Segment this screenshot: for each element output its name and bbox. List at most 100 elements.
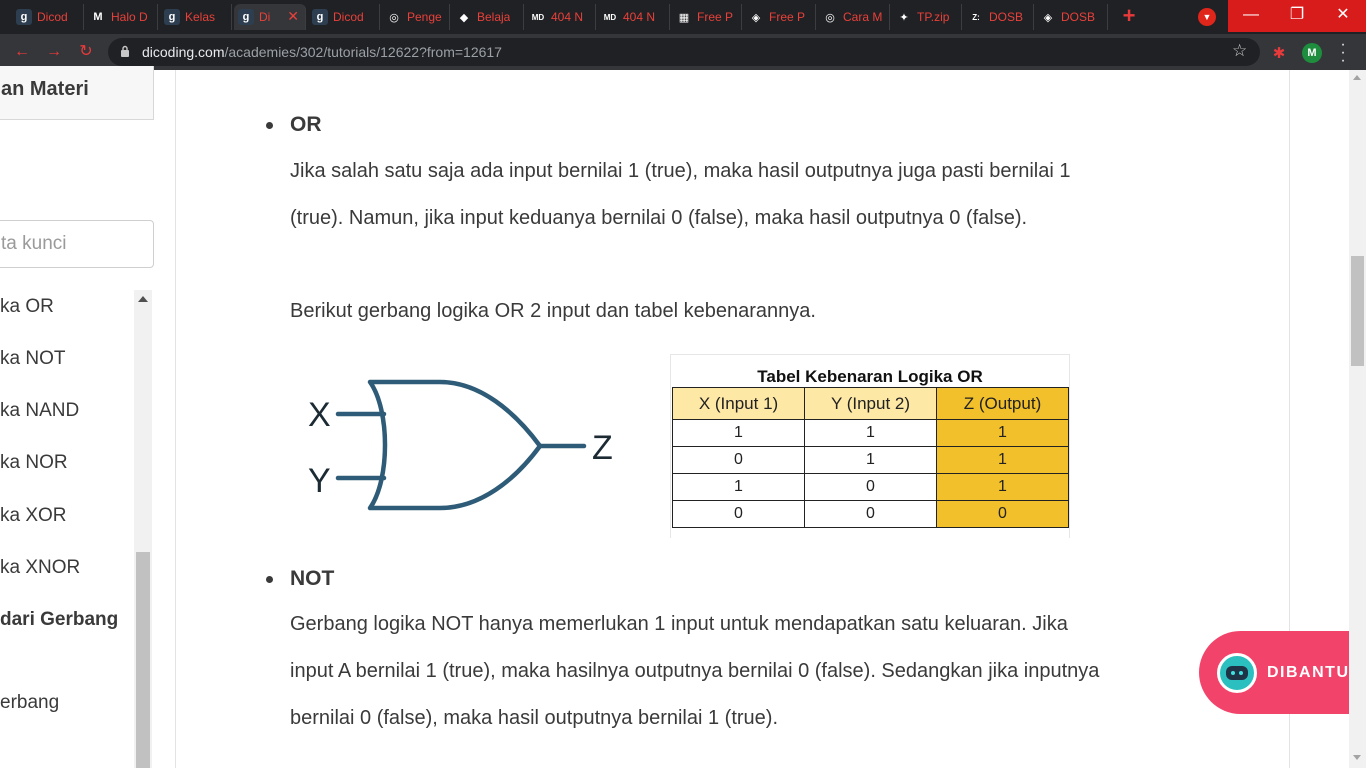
tab-title[interactable]: Free P [769, 10, 805, 24]
truth-table-header-row: X (Input 1) Y (Input 2) Z (Output) [672, 387, 1069, 420]
sidebar-scrollbar[interactable] [134, 290, 152, 768]
browser-tab[interactable]: ◎ Penge [382, 4, 450, 30]
browser-tab[interactable]: Z: DOSB [964, 4, 1034, 30]
scroll-up-icon[interactable] [1353, 75, 1361, 80]
sidebar-module-item[interactable]: ka NOR [0, 452, 68, 474]
browser-tab[interactable]: ◈ Free P [744, 4, 816, 30]
tab-title[interactable]: Dicod [37, 10, 68, 24]
not-paragraph-line: input A bernilai 1 (true), maka hasilnya… [290, 660, 1100, 682]
tab-favicon-icon: ◆ [456, 9, 472, 25]
truth-table-cell: 1 [804, 419, 937, 447]
browser-tab[interactable]: ◆ Belaja [452, 4, 524, 30]
sidebar-module-item[interactable]: ka XOR [0, 505, 67, 527]
sidebar-title: an Materi [1, 78, 89, 100]
or-paragraph-line: (true). Namun, jika input keduanya berni… [290, 207, 1028, 229]
tab-favicon-icon: ▦ [676, 9, 692, 25]
bullet-icon [266, 576, 273, 583]
tab-favicon-icon: ✦ [896, 9, 912, 25]
truth-table-cell: 1 [672, 419, 805, 447]
forward-button[interactable]: → [42, 40, 66, 64]
sidebar-module-item[interactable]: ka NAND [0, 400, 79, 422]
tab-title[interactable]: Free P [697, 10, 733, 24]
sidebar-search-input[interactable]: ta kunci [0, 220, 154, 268]
maximize-button[interactable]: ❐ [1274, 0, 1320, 32]
browser-tab[interactable]: ◎ Cara M [818, 4, 890, 30]
truth-table-cell: 1 [672, 473, 805, 501]
tab-title[interactable]: DOSB [1061, 10, 1095, 24]
browser-tab[interactable]: g Di ✕ [234, 4, 306, 30]
browser-tab[interactable]: M Halo D [86, 4, 158, 30]
truth-table: X (Input 1) Y (Input 2) Z (Output) 1 1 1 0 1 1 1 0… [672, 387, 1069, 528]
url-text[interactable]: dicoding.com/academies/302/tutorials/126… [142, 44, 502, 60]
sidebar-module-item[interactable]: ka XNOR [0, 557, 80, 579]
truth-table-header-cell: X (Input 1) [672, 387, 805, 420]
sidebar-module-item[interactable]: erbang [0, 692, 59, 714]
browser-tab[interactable]: ◈ DOSB [1036, 4, 1108, 30]
or-paragraph-line: Jika salah satu saja ada input bernilai … [290, 160, 1071, 182]
browser-tab[interactable]: g Dicod [308, 4, 380, 30]
sidebar-module-item[interactable]: ka NOT [0, 348, 65, 370]
tab-title[interactable]: Cara M [843, 10, 882, 24]
tab-favicon-icon: g [16, 9, 32, 25]
tab-title[interactable]: Dicod [333, 10, 364, 24]
tab-favicon-icon: g [238, 9, 254, 25]
tab-title[interactable]: TP.zip [917, 10, 949, 24]
tab-title[interactable]: 404 N [623, 10, 655, 24]
input-x-label: X [308, 396, 331, 434]
tab-favicon-icon: ◎ [386, 9, 402, 25]
address-bar[interactable]: dicoding.com/academies/302/tutorials/126… [108, 38, 1260, 66]
tab-close-icon[interactable]: ✕ [287, 8, 299, 25]
browser-tab[interactable]: ✦ TP.zip [892, 4, 962, 30]
tab-favicon-icon: g [312, 9, 328, 25]
help-chat-button[interactable]: DIBANTU [1199, 631, 1349, 714]
tab-search-icon[interactable]: ▼ [1198, 8, 1216, 26]
profile-avatar[interactable]: M [1302, 43, 1322, 63]
tab-title[interactable]: Di [259, 10, 270, 24]
back-button[interactable]: ← [10, 40, 34, 64]
close-window-button[interactable]: ✕ [1320, 0, 1366, 32]
or-gate-diagram: X Y Z [308, 379, 613, 511]
new-tab-button[interactable]: + [1116, 5, 1142, 29]
truth-table-cell: 0 [672, 500, 805, 528]
truth-table-cell: 1 [936, 419, 1069, 447]
extension-icon[interactable]: ✱ [1270, 44, 1288, 62]
browser-menu-icon[interactable]: · · · [1338, 37, 1348, 69]
scroll-down-icon[interactable] [1353, 755, 1361, 760]
reload-button[interactable]: ↻ [74, 40, 98, 64]
page-scrollbar[interactable] [1349, 70, 1366, 768]
help-button-label[interactable]: DIBANTU [1267, 664, 1350, 682]
browser-tab[interactable]: g Dicod [12, 4, 84, 30]
minimize-button[interactable]: — [1228, 0, 1274, 32]
browser-tab[interactable]: g Kelas [160, 4, 232, 30]
tab-title[interactable]: Belaja [477, 10, 510, 24]
tab-favicon-icon: ◈ [748, 9, 764, 25]
sidebar-header: an Materi [0, 66, 154, 120]
tab-favicon-icon: MD [530, 9, 546, 25]
truth-table-cell: 0 [672, 446, 805, 474]
scroll-up-icon[interactable] [138, 296, 148, 302]
robot-icon [1217, 653, 1257, 693]
truth-table-header-cell: Y (Input 2) [804, 387, 937, 420]
sidebar-scroll-thumb[interactable] [136, 552, 150, 768]
tab-title[interactable]: 404 N [551, 10, 583, 24]
not-paragraph-line: Gerbang logika NOT hanya memerlukan 1 in… [290, 613, 1068, 635]
or-gate-body [367, 379, 543, 511]
truth-table-row: 000 [672, 500, 1069, 528]
browser-tab[interactable]: ▦ Free P [672, 4, 742, 30]
not-heading: NOT [290, 567, 335, 590]
tab-title[interactable]: Kelas [185, 10, 215, 24]
search-placeholder[interactable]: ta kunci [1, 233, 66, 255]
browser-tab[interactable]: MD 404 N [598, 4, 670, 30]
browser-toolbar: ← → ↻ dicoding.com/academies/302/tutoria… [0, 34, 1366, 70]
sidebar-module-item[interactable]: ka OR [0, 296, 54, 318]
page-scroll-thumb[interactable] [1351, 256, 1364, 366]
tab-title[interactable]: Penge [407, 10, 442, 24]
sidebar-module-item[interactable]: dari Gerbang [0, 609, 118, 631]
bookmark-star-icon[interactable]: ☆ [1232, 41, 1247, 61]
tab-title[interactable]: DOSB [989, 10, 1023, 24]
browser-tab[interactable]: MD 404 N [526, 4, 596, 30]
truth-table-cell: 1 [804, 446, 937, 474]
tab-title[interactable]: Halo D [111, 10, 148, 24]
lock-icon[interactable] [120, 45, 130, 57]
truth-table-cell: 1 [936, 446, 1069, 474]
